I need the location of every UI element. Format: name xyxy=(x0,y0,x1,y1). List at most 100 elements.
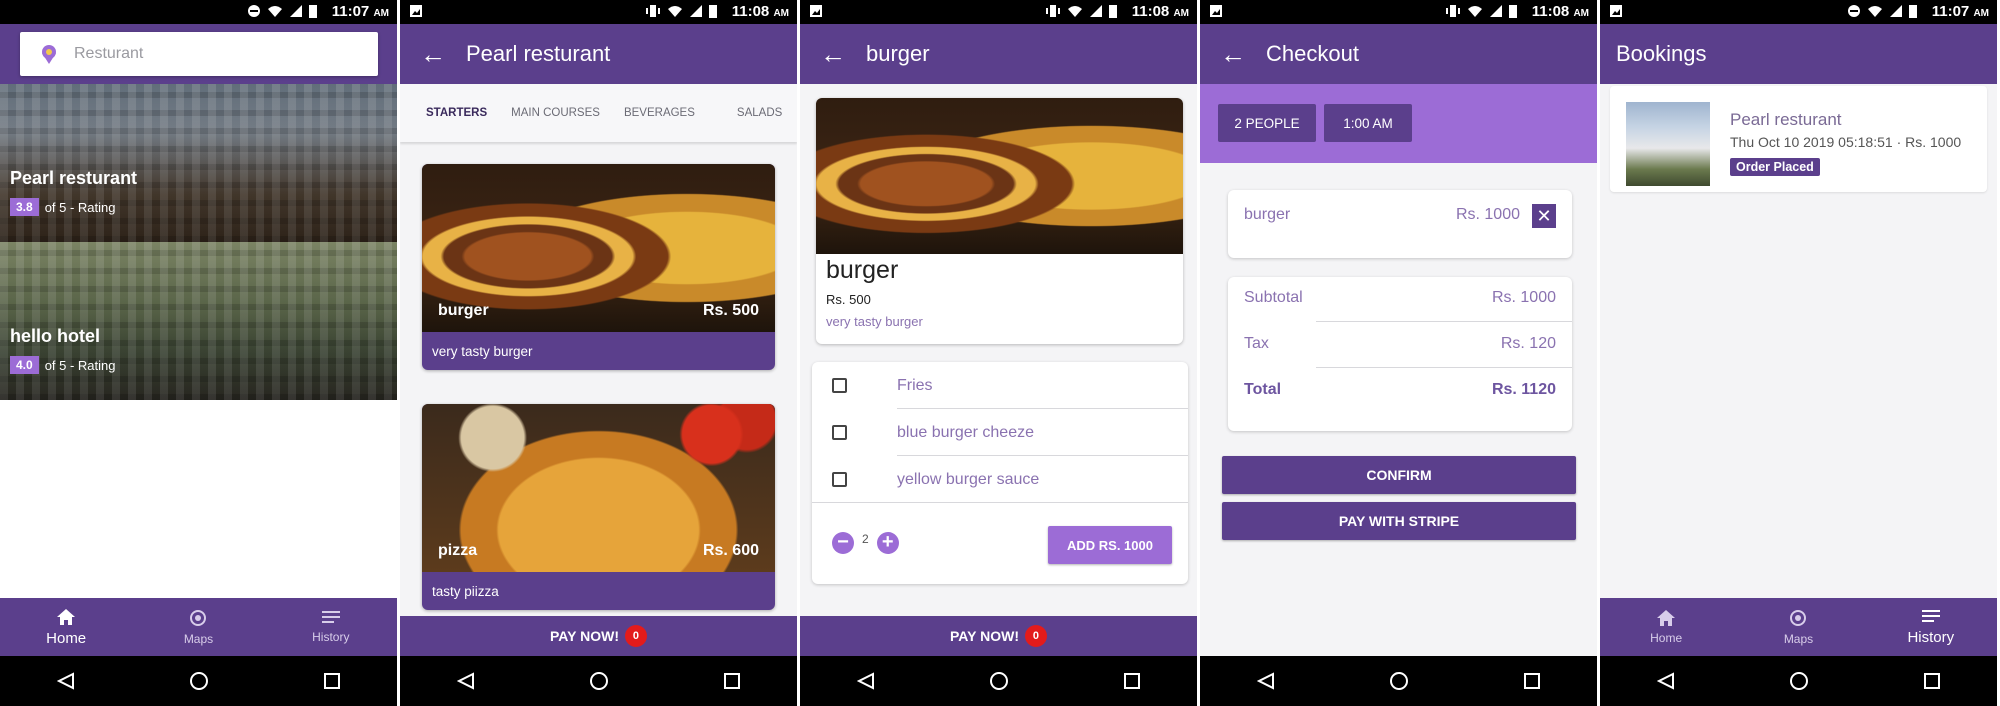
tab-starters[interactable]: STARTERS xyxy=(400,107,499,119)
back-triangle-icon[interactable] xyxy=(457,672,475,690)
option-checkbox[interactable] xyxy=(832,472,847,487)
people-selector[interactable]: 2 PEOPLE xyxy=(1218,104,1316,142)
back-arrow-icon[interactable]: ← xyxy=(800,39,866,70)
time-selector[interactable]: 1:00 AM xyxy=(1324,104,1412,142)
home-circle-icon[interactable] xyxy=(1389,671,1409,691)
options-card: Fries blue burger cheeze yellow burger s… xyxy=(812,362,1188,584)
option-row[interactable]: Fries xyxy=(812,362,1188,409)
wifi-icon xyxy=(1468,6,1482,17)
item-photo xyxy=(816,98,1183,254)
item-card: burger Rs. 500 very tasty burger xyxy=(816,98,1183,344)
history-list-icon xyxy=(1921,609,1940,622)
increase-button[interactable]: + xyxy=(876,532,899,554)
system-icons xyxy=(247,4,317,18)
bottom-nav: Home Maps History xyxy=(1600,598,1997,656)
app-bar: ← Pearl resturant xyxy=(400,24,797,84)
system-icons xyxy=(1847,4,1917,18)
remove-item-icon[interactable]: ✕ xyxy=(1532,204,1556,228)
search-input[interactable]: Resturant xyxy=(20,32,378,76)
food-photo: pizza Rs. 600 xyxy=(422,404,775,572)
image-notification-icon xyxy=(1210,5,1222,17)
status-bar: 11:07 AM xyxy=(1600,0,1997,24)
wifi-icon xyxy=(1868,6,1882,17)
subtotal-row: Subtotal Rs. 1000 xyxy=(1244,289,1556,306)
back-triangle-icon[interactable] xyxy=(57,672,75,690)
rating-badge: 4.0 xyxy=(10,356,39,374)
option-row[interactable]: yellow burger sauce xyxy=(812,456,1188,503)
confirm-button[interactable]: CONFIRM xyxy=(1222,456,1576,494)
quantity-stepper: − 2 + xyxy=(832,532,899,554)
recents-square-icon[interactable] xyxy=(1123,673,1140,689)
home-circle-icon[interactable] xyxy=(189,671,209,691)
food-card[interactable]: burger Rs. 500 very tasty burger xyxy=(422,164,775,370)
tab-main-courses[interactable]: MAIN COURSES xyxy=(499,107,612,119)
booking-restaurant-name: Pearl resturant xyxy=(1730,110,1842,129)
nav-maps[interactable]: Maps xyxy=(143,598,253,656)
image-notification-icon xyxy=(410,5,422,17)
decrease-button[interactable]: − xyxy=(832,532,854,554)
home-circle-icon[interactable] xyxy=(1789,671,1809,691)
option-checkbox[interactable] xyxy=(832,378,847,393)
image-notification-icon xyxy=(810,5,822,17)
signal-icon xyxy=(1890,5,1902,17)
signal-icon xyxy=(1090,5,1102,17)
order-summary: Subtotal Rs. 1000 Tax Rs. 120 Total Rs. … xyxy=(1228,277,1572,431)
option-checkbox[interactable] xyxy=(832,425,847,440)
nav-history[interactable]: History xyxy=(1876,598,1986,656)
food-card[interactable]: pizza Rs. 600 tasty piizza xyxy=(422,404,775,610)
food-name: pizza xyxy=(438,542,478,559)
tab-salads[interactable]: SALADS xyxy=(725,107,794,119)
battery-icon xyxy=(1109,5,1117,18)
checkout-screen: 11:08 AM ← Checkout 2 PEOPLE 1:00 AM bur… xyxy=(1200,0,1597,706)
signal-icon xyxy=(690,5,702,17)
back-triangle-icon[interactable] xyxy=(1657,672,1675,690)
battery-icon xyxy=(1509,5,1517,18)
food-price: Rs. 600 xyxy=(702,542,759,559)
tab-beverages[interactable]: BEVERAGES xyxy=(612,107,707,119)
home-circle-icon[interactable] xyxy=(589,671,609,691)
option-row[interactable]: blue burger cheeze xyxy=(812,409,1188,456)
nav-history[interactable]: History xyxy=(276,598,386,656)
nav-home[interactable]: Home xyxy=(1611,598,1721,656)
map-target-icon xyxy=(190,610,207,626)
hotel-name: Pearl resturant xyxy=(10,168,138,188)
wifi-icon xyxy=(668,6,682,17)
wifi-icon xyxy=(1068,6,1082,17)
map-target-icon xyxy=(1790,610,1807,626)
back-arrow-icon[interactable]: ← xyxy=(400,39,466,70)
signal-icon xyxy=(1490,5,1502,17)
item-detail-screen: 11:08 AM ← burger burger Rs. 500 very ta… xyxy=(800,0,1197,706)
hotel-card[interactable]: hello hotel 4.0 of 5 - Rating xyxy=(0,242,397,400)
booking-card[interactable]: Pearl resturant Thu Oct 10 2019 05:18:51… xyxy=(1610,86,1987,192)
dnd-icon xyxy=(248,5,260,17)
food-photo: burger Rs. 500 xyxy=(422,164,775,332)
pay-with-stripe-button[interactable]: PAY WITH STRIPE xyxy=(1222,502,1576,540)
battery-icon xyxy=(309,5,317,18)
vibrate-icon xyxy=(1446,5,1460,17)
battery-icon xyxy=(709,5,717,18)
category-tabs: STARTERS MAIN COURSES BEVERAGES SALADS xyxy=(400,84,797,142)
option-label: yellow burger sauce xyxy=(897,470,1040,488)
hotel-card[interactable]: Pearl resturant 3.8 of 5 - Rating xyxy=(0,84,397,242)
tax-row: Tax Rs. 120 xyxy=(1244,335,1556,352)
pay-now-button[interactable]: PAY NOW! 0 xyxy=(800,616,1197,656)
restaurant-thumbnail xyxy=(1626,102,1710,186)
system-nav-bar xyxy=(0,656,397,706)
pay-now-button[interactable]: PAY NOW! 0 xyxy=(400,616,797,656)
back-triangle-icon[interactable] xyxy=(1257,672,1275,690)
recents-square-icon[interactable] xyxy=(1523,673,1540,689)
recents-square-icon[interactable] xyxy=(1923,673,1940,689)
wifi-icon xyxy=(268,6,282,17)
hotel-rating: 4.0 of 5 - Rating xyxy=(10,356,116,374)
add-to-cart-button[interactable]: ADD RS. 1000 xyxy=(1048,526,1172,564)
back-triangle-icon[interactable] xyxy=(857,672,875,690)
back-arrow-icon[interactable]: ← xyxy=(1200,39,1266,70)
recents-square-icon[interactable] xyxy=(723,673,740,689)
status-time: 11:08 AM xyxy=(731,3,789,20)
nav-home[interactable]: Home xyxy=(11,598,121,656)
home-circle-icon[interactable] xyxy=(989,671,1009,691)
nav-maps[interactable]: Maps xyxy=(1743,598,1853,656)
recents-square-icon[interactable] xyxy=(323,673,340,689)
cart-item-card: burger Rs. 1000 ✕ xyxy=(1228,190,1572,258)
total-row: Total Rs. 1120 xyxy=(1244,381,1556,398)
